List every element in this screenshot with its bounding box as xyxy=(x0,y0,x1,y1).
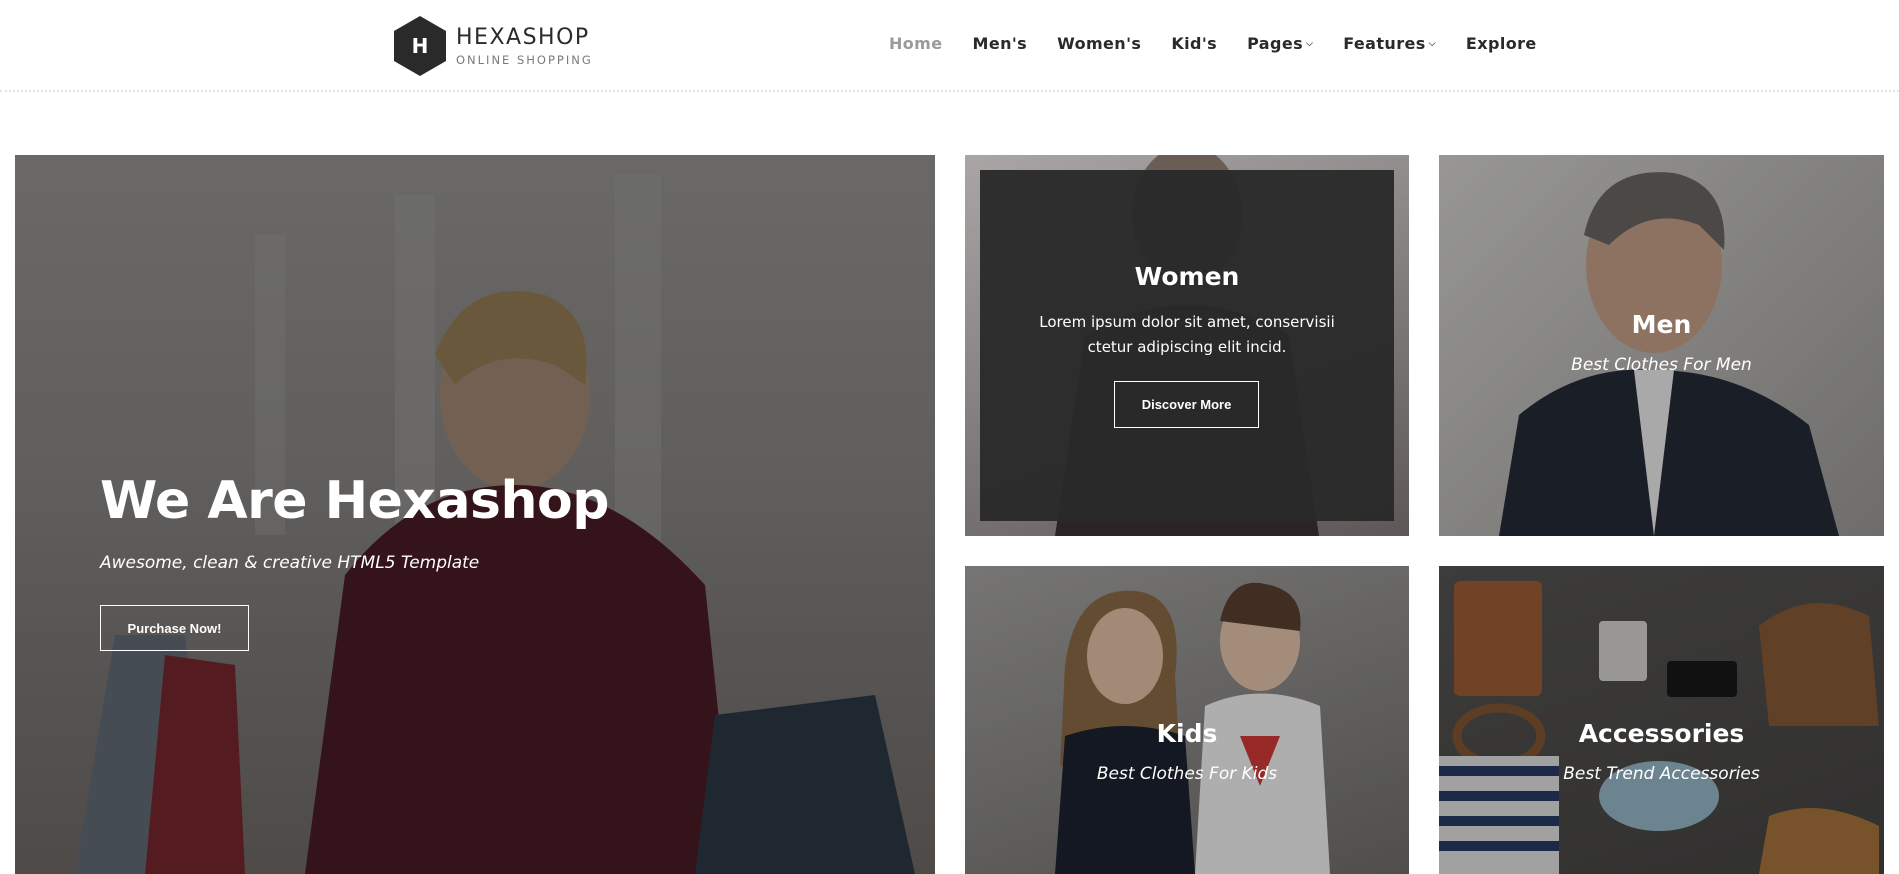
hexagon-logo-icon: H xyxy=(394,16,446,76)
nav-kids[interactable]: Kid's xyxy=(1171,34,1217,53)
category-accessories[interactable]: Accessories Best Trend Accessories xyxy=(1439,566,1884,874)
accessories-title: Accessories xyxy=(1578,719,1745,748)
category-men[interactable]: Men Best Clothes For Men xyxy=(1439,155,1884,536)
nav-explore[interactable]: Explore xyxy=(1466,34,1537,53)
women-title: Women xyxy=(1134,262,1240,291)
hero-subtitle: Awesome, clean & creative HTML5 Template xyxy=(100,553,480,573)
logo[interactable]: H HEXASHOP ONLINE SHOPPING xyxy=(394,16,593,76)
kids-title: Kids xyxy=(1156,719,1218,748)
logo-subtitle: ONLINE SHOPPING xyxy=(456,52,593,67)
nav-features-label: Features xyxy=(1343,34,1426,53)
category-kids[interactable]: Kids Best Clothes For Kids xyxy=(965,566,1409,874)
chevron-down-icon: ⌵ xyxy=(1428,38,1436,49)
kids-subtitle: Best Clothes For Kids xyxy=(1096,764,1278,784)
nav-home[interactable]: Home xyxy=(889,34,943,53)
women-description: Lorem ipsum dolor sit amet, conservisii … xyxy=(1039,313,1335,356)
nav-pages[interactable]: Pages ⌵ xyxy=(1247,34,1313,53)
purchase-now-button[interactable]: Purchase Now! xyxy=(100,605,249,651)
nav-pages-label: Pages xyxy=(1247,34,1304,53)
hero-banner: We Are Hexashop Awesome, clean & creativ… xyxy=(15,155,935,874)
chevron-down-icon: ⌵ xyxy=(1306,38,1314,49)
main-nav: Home Men's Women's Kid's Pages ⌵ Features… xyxy=(889,34,1567,53)
logo-text: HEXASHOP ONLINE SHOPPING xyxy=(456,24,593,67)
logo-title: HEXASHOP xyxy=(456,24,590,50)
site-header: H HEXASHOP ONLINE SHOPPING Home Men's Wo… xyxy=(0,0,1899,92)
hero-title: We Are Hexashop xyxy=(100,471,609,531)
nav-mens[interactable]: Men's xyxy=(973,34,1028,53)
discover-more-button[interactable]: Discover More xyxy=(1114,381,1259,428)
women-overlay-box: Women Lorem ipsum dolor sit amet, conser… xyxy=(980,170,1394,521)
men-subtitle: Best Clothes For Men xyxy=(1571,355,1752,375)
category-women[interactable]: Women Lorem ipsum dolor sit amet, conser… xyxy=(965,155,1409,536)
men-overlay xyxy=(1439,155,1884,536)
nav-womens[interactable]: Women's xyxy=(1057,34,1141,53)
men-title: Men xyxy=(1631,310,1692,339)
accessories-subtitle: Best Trend Accessories xyxy=(1563,764,1760,784)
nav-features[interactable]: Features ⌵ xyxy=(1343,34,1436,53)
